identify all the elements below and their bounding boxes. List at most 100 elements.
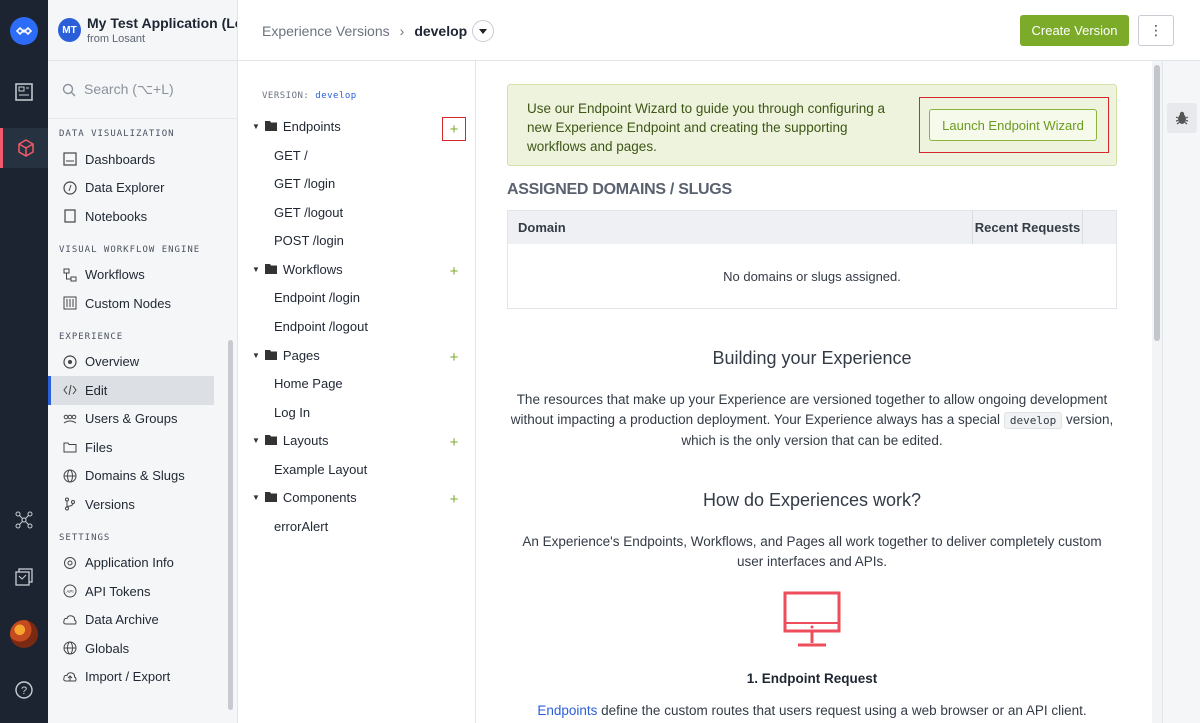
breadcrumb-parent-link[interactable]: Experience Versions (262, 23, 390, 39)
create-version-button[interactable]: Create Version (1020, 15, 1129, 46)
nav-item-domains-slugs[interactable]: Domains & Slugs (48, 462, 214, 491)
assigned-domains-heading: ASSIGNED DOMAINS / SLUGS (507, 181, 732, 198)
compass-icon (62, 180, 78, 196)
add-endpoint-button[interactable]: + (442, 117, 466, 141)
folder-icon (264, 435, 277, 445)
main-scrollbar-thumb[interactable] (1154, 65, 1160, 341)
tree-folder-pages[interactable]: ▼ Pages (252, 345, 320, 365)
breadcrumb: Experience Versions › develop (262, 20, 495, 42)
debug-bug-icon[interactable] (1167, 103, 1197, 133)
nav-item-dashboards[interactable]: Dashboards (48, 145, 214, 174)
gear-icon (62, 555, 78, 571)
main-content: Use our Endpoint Wizard to guide you thr… (476, 61, 1152, 723)
nav-item-notebooks[interactable]: Notebooks (48, 202, 214, 231)
nav-item-edit[interactable]: Edit (48, 376, 214, 405)
nav-item-overview[interactable]: Overview (48, 348, 214, 377)
caret-down-icon (479, 28, 488, 34)
develop-code: develop (1003, 412, 1063, 429)
breadcrumb-separator: › (399, 23, 405, 39)
banner-text: Use our Endpoint Wizard to guide you thr… (527, 101, 885, 154)
step-description: Endpoints define the custom routes that … (537, 703, 1087, 718)
nav-item-custom-nodes[interactable]: Custom Nodes (48, 289, 214, 318)
version-label: VERSION: develop (262, 91, 357, 101)
tree-item-endpoint[interactable]: GET /logout (274, 202, 343, 222)
resource-tree-panel: VERSION: develop ▼ Endpoints + GET / GET … (238, 61, 476, 723)
nav-item-globals[interactable]: Globals (48, 634, 214, 663)
nav-item-application-info[interactable]: Application Info (48, 549, 214, 578)
add-page-button[interactable]: + (442, 345, 466, 369)
stack-icon[interactable] (12, 565, 36, 589)
overview-icon (62, 354, 78, 370)
add-component-button[interactable]: + (442, 487, 466, 511)
folder-icon (264, 350, 277, 360)
folder-icon (264, 264, 277, 274)
caret-down-icon: ▼ (252, 492, 260, 502)
application-switcher[interactable]: MT My Test Application (Lo... from Losan… (48, 0, 237, 61)
icon-rail: ? (0, 0, 48, 723)
losant-logo-icon[interactable] (10, 17, 38, 45)
nav-item-users-groups[interactable]: Users & Groups (48, 405, 214, 434)
building-paragraph: The resources that make up your Experien… (510, 392, 1114, 448)
monitor-icon (783, 591, 841, 654)
app-sidebar: MT My Test Application (Lo... from Losan… (48, 0, 238, 723)
tree-folder-components[interactable]: ▼ Components (252, 487, 357, 507)
tree-item-page[interactable]: Home Page (274, 373, 343, 393)
nav-item-workflows[interactable]: Workflows (48, 261, 214, 290)
how-heading: How do Experiences work? (702, 490, 922, 510)
tree-item-endpoint[interactable]: GET / (274, 145, 308, 165)
search-input[interactable]: Search (⌥+L) (48, 61, 237, 119)
breadcrumb-current: develop (414, 23, 468, 39)
page-header: Experience Versions › develop Create Ver… (238, 0, 1200, 61)
dashboard-icon (62, 151, 78, 167)
tree-folder-layouts[interactable]: ▼ Layouts (252, 430, 328, 450)
tree-item-workflow[interactable]: Endpoint /login (274, 287, 360, 307)
endpoints-link[interactable]: Endpoints (537, 703, 597, 718)
table-empty-message: No domains or slugs assigned. (723, 268, 901, 284)
column-header-domain: Domain (508, 211, 973, 244)
dashboard-icon[interactable] (12, 80, 36, 104)
globe-icon (62, 468, 78, 484)
launch-endpoint-wizard-button[interactable]: Launch Endpoint Wizard (929, 109, 1097, 141)
tree-item-endpoint[interactable]: GET /login (274, 173, 335, 193)
api-icon: API (62, 583, 78, 599)
network-icon[interactable] (12, 508, 36, 532)
experience-cube-icon[interactable] (0, 128, 48, 168)
help-icon[interactable]: ? (12, 678, 36, 702)
tree-item-workflow[interactable]: Endpoint /logout (274, 316, 368, 336)
more-options-button[interactable]: ⋮ (1138, 15, 1174, 46)
tree-item-layout[interactable]: Example Layout (274, 459, 367, 479)
branch-icon (62, 496, 78, 512)
sidebar-scrollbar[interactable] (228, 340, 233, 710)
endpoint-wizard-banner: Use our Endpoint Wizard to guide you thr… (507, 84, 1117, 166)
cloud-icon (62, 612, 78, 628)
tree-item-component[interactable]: errorAlert (274, 516, 328, 536)
users-icon (62, 411, 78, 427)
nav-item-versions[interactable]: Versions (48, 490, 214, 519)
nav-item-api-tokens[interactable]: API API Tokens (48, 577, 214, 606)
nav-item-data-explorer[interactable]: Data Explorer (48, 174, 214, 203)
user-avatar[interactable] (10, 620, 38, 648)
sliders-icon (62, 295, 78, 311)
folder-icon (62, 439, 78, 455)
nav-item-data-archive[interactable]: Data Archive (48, 606, 214, 635)
tree-item-page[interactable]: Log In (274, 402, 310, 422)
nav-section-data-visualization: DATA VISUALIZATION (59, 129, 175, 139)
tree-folder-workflows[interactable]: ▼ Workflows (252, 259, 343, 279)
caret-down-icon: ▼ (252, 264, 260, 274)
step-title: 1. Endpoint Request (746, 671, 878, 686)
nav-item-import-export[interactable]: Import / Export (48, 663, 214, 692)
how-paragraph: An Experience's Endpoints, Workflows, an… (522, 534, 1102, 569)
add-layout-button[interactable]: + (442, 430, 466, 454)
app-name: My Test Application (Lo... (87, 15, 237, 31)
main-scrollbar[interactable] (1152, 61, 1162, 723)
domains-table: Domain Recent Requests No domains or slu… (507, 210, 1117, 309)
tree-folder-endpoints[interactable]: ▼ Endpoints (252, 116, 341, 136)
workflow-icon (62, 267, 78, 283)
table-header: Domain Recent Requests (508, 211, 1116, 244)
tree-item-endpoint[interactable]: POST /login (274, 230, 344, 250)
caret-down-icon: ▼ (252, 435, 260, 445)
add-workflow-button[interactable]: + (442, 259, 466, 283)
version-dropdown-button[interactable] (472, 20, 495, 42)
globe-icon (62, 640, 78, 656)
nav-item-files[interactable]: Files (48, 433, 214, 462)
